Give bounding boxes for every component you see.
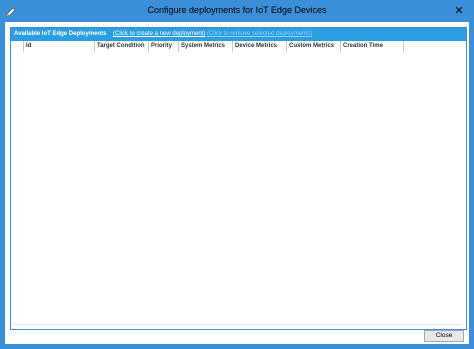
deployments-header-title: Available IoT Edge Deployments	[14, 31, 107, 37]
dialog-content: Available IoT Edge Deployments (Click to…	[5, 22, 469, 344]
dialog-window: Configure deployments for IoT Edge Devic…	[0, 0, 474, 349]
create-deployment-link[interactable]: (Click to create a new deployment)	[113, 28, 205, 41]
horizontal-scrollbar[interactable]	[13, 323, 462, 326]
column-header-system-metrics[interactable]: System Metrics	[179, 41, 233, 52]
deployments-panel: Available IoT Edge Deployments (Click to…	[10, 27, 467, 330]
column-header-id[interactable]: Id	[24, 41, 95, 52]
column-header-device-metrics[interactable]: Device Metrics	[233, 41, 287, 52]
window-title: Configure deployments for IoT Edge Devic…	[147, 5, 327, 15]
column-header-custom-metrics[interactable]: Custom Metrics	[287, 41, 341, 52]
column-header-priority[interactable]: Priority	[149, 41, 179, 52]
column-header-creation-time[interactable]: Creation Time	[341, 41, 404, 52]
remove-deployments-link[interactable]: (Click to remove selected deployments)	[207, 28, 312, 41]
deployments-grid-header: Id Target Condition Priority System Metr…	[11, 41, 466, 52]
deployments-header: Available IoT Edge Deployments (Click to…	[11, 28, 466, 41]
close-icon[interactable]: ✕	[451, 3, 467, 19]
close-button[interactable]: Close	[424, 330, 464, 342]
column-header-select[interactable]	[11, 41, 24, 52]
title-bar[interactable]: Configure deployments for IoT Edge Devic…	[1, 1, 473, 22]
scrollbar-track[interactable]	[13, 324, 462, 325]
column-header-target-condition[interactable]: Target Condition	[95, 41, 149, 52]
deployments-grid[interactable]	[11, 52, 466, 329]
